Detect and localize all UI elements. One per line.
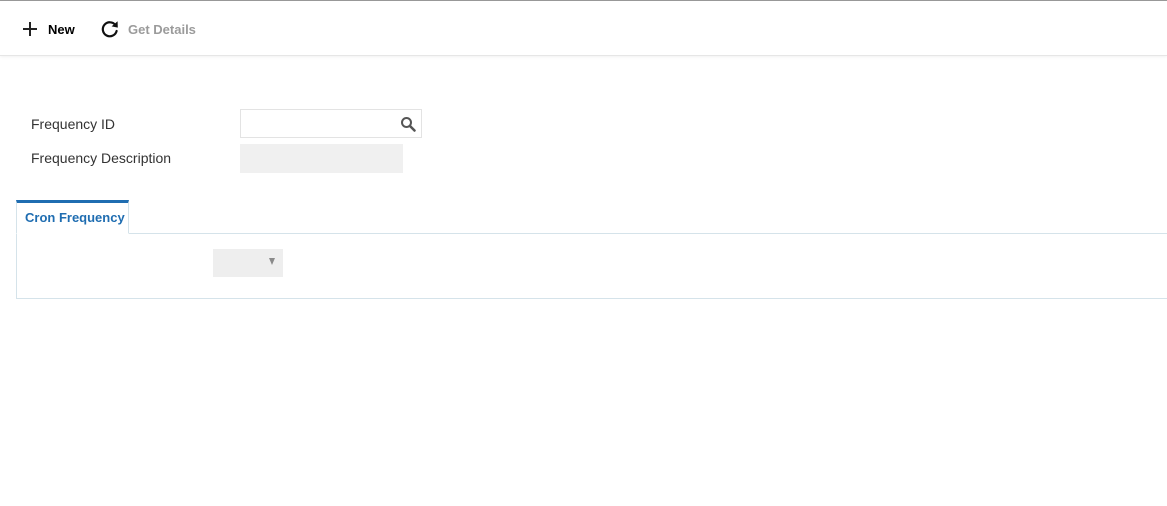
tab-cron-frequency[interactable]: Cron Frequency	[16, 200, 129, 234]
chevron-down-icon	[269, 258, 275, 265]
plus-icon	[22, 21, 38, 37]
frequency-id-field	[240, 109, 422, 138]
frequency-description-field	[240, 144, 403, 173]
cron-frequency-select[interactable]	[213, 249, 283, 277]
refresh-icon	[100, 19, 120, 39]
new-button-label: New	[48, 21, 75, 37]
toolbar: New Get Details	[0, 1, 1167, 56]
frequency-id-label: Frequency ID	[31, 116, 116, 132]
get-details-button[interactable]: Get Details	[100, 15, 196, 43]
frequency-description-label: Frequency Description	[31, 150, 172, 166]
search-icon[interactable]	[400, 116, 416, 132]
cron-frequency-panel	[16, 233, 1167, 299]
frequency-id-input[interactable]	[241, 110, 403, 137]
new-button[interactable]: New	[22, 15, 75, 43]
get-details-button-label: Get Details	[128, 21, 196, 37]
